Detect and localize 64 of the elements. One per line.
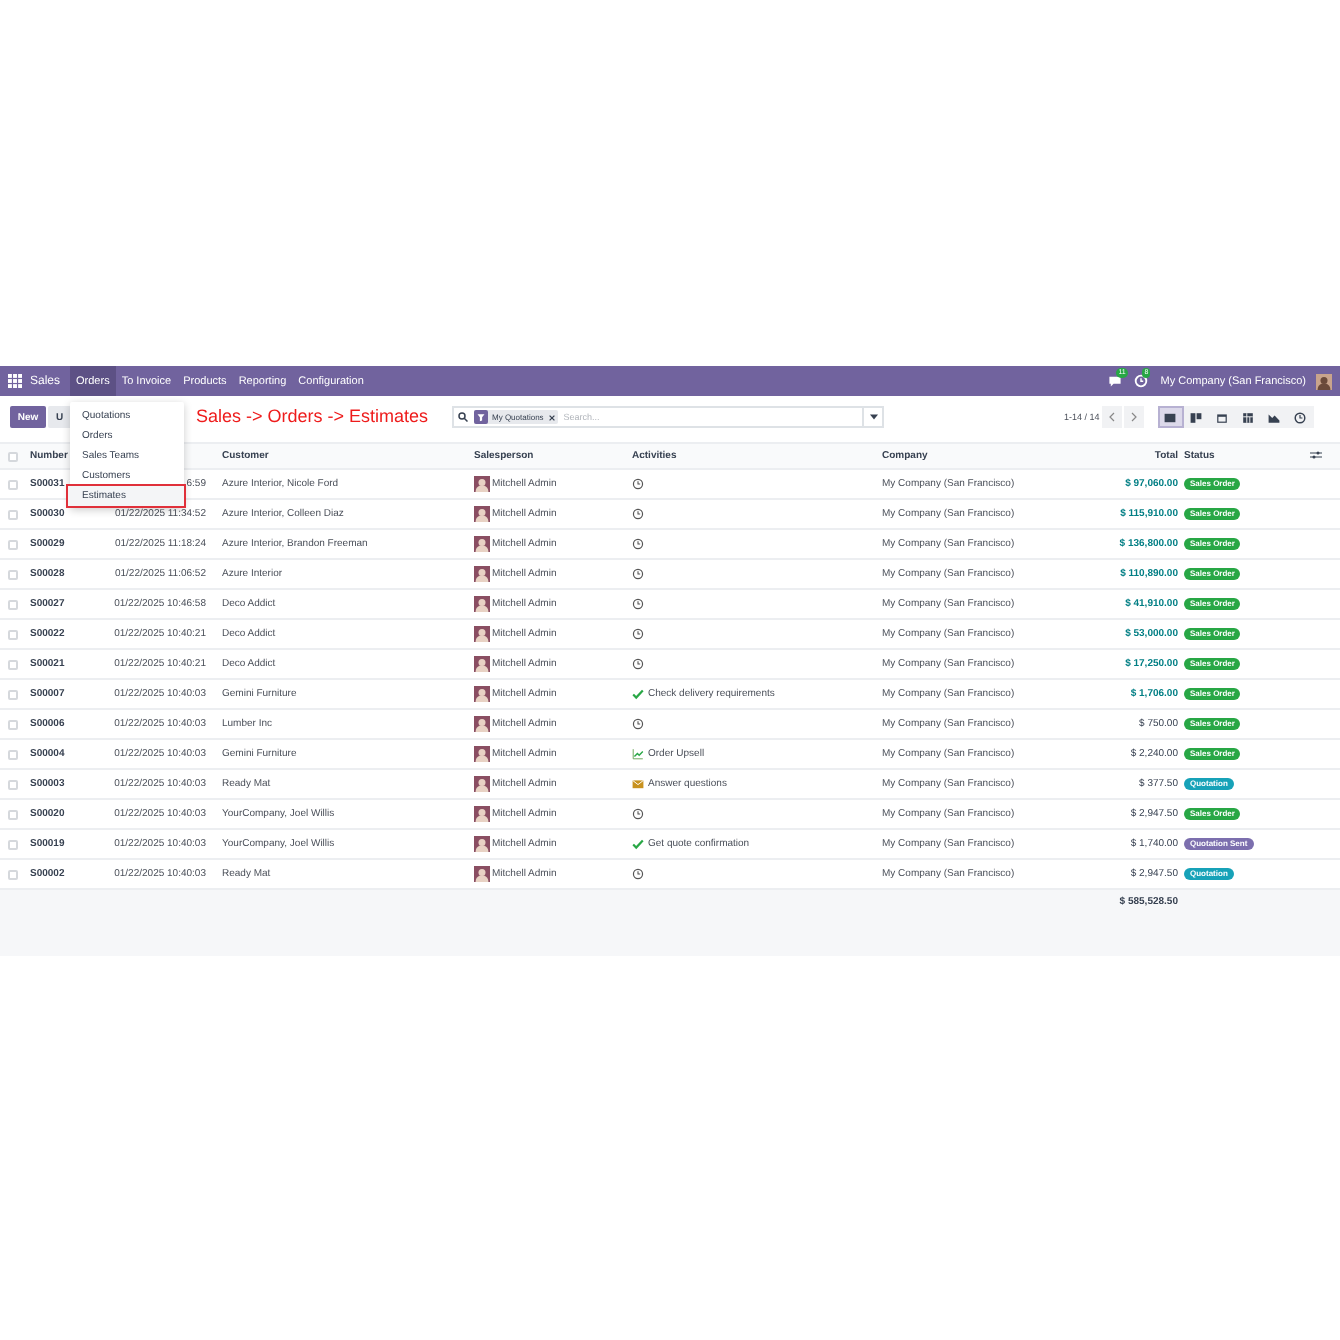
check-icon[interactable] bbox=[632, 688, 644, 700]
search-options-button[interactable] bbox=[864, 406, 884, 428]
list-icon bbox=[1164, 411, 1177, 423]
search-icon bbox=[458, 412, 468, 422]
column-options-icon[interactable] bbox=[1310, 449, 1322, 459]
row-checkbox[interactable] bbox=[8, 569, 18, 579]
clock-icon bbox=[1294, 411, 1307, 423]
user-avatar bbox=[474, 686, 490, 702]
row-checkbox[interactable] bbox=[8, 719, 18, 729]
chevron-left-icon bbox=[1107, 412, 1116, 422]
select-all-checkbox[interactable] bbox=[8, 451, 18, 461]
kanban-icon bbox=[1190, 411, 1203, 423]
user-avatar[interactable] bbox=[1316, 373, 1332, 389]
clock-icon[interactable] bbox=[632, 868, 644, 880]
clock-icon[interactable] bbox=[632, 538, 644, 550]
row-checkbox[interactable] bbox=[8, 869, 18, 879]
user-avatar bbox=[474, 716, 490, 732]
close-icon[interactable] bbox=[547, 413, 556, 421]
calendar-icon bbox=[1216, 411, 1229, 423]
row-checkbox[interactable] bbox=[8, 749, 18, 759]
user-avatar bbox=[474, 656, 490, 672]
clock-icon[interactable] bbox=[632, 508, 644, 520]
row-checkbox[interactable] bbox=[8, 509, 18, 519]
user-avatar bbox=[474, 626, 490, 642]
check-icon[interactable] bbox=[632, 838, 644, 850]
row-checkbox[interactable] bbox=[8, 779, 18, 789]
area-chart-icon bbox=[1268, 411, 1281, 423]
row-checkbox[interactable] bbox=[8, 629, 18, 639]
user-avatar bbox=[474, 776, 490, 792]
row-checkbox[interactable] bbox=[8, 479, 18, 489]
clock-icon[interactable] bbox=[632, 478, 644, 490]
user-avatar bbox=[474, 596, 490, 612]
row-checkbox[interactable] bbox=[8, 809, 18, 819]
clock-icon[interactable] bbox=[632, 718, 644, 730]
funnel-icon bbox=[474, 410, 488, 424]
clock-icon[interactable] bbox=[632, 598, 644, 610]
clock-icon[interactable] bbox=[632, 808, 644, 820]
row-checkbox[interactable] bbox=[8, 599, 18, 609]
user-avatar bbox=[474, 566, 490, 582]
user-avatar bbox=[474, 536, 490, 552]
user-avatar bbox=[474, 866, 490, 882]
chat-icon[interactable] bbox=[1108, 374, 1123, 388]
clock-icon[interactable] bbox=[632, 628, 644, 640]
row-checkbox[interactable] bbox=[8, 659, 18, 669]
clock-icon[interactable] bbox=[632, 568, 644, 580]
row-checkbox[interactable] bbox=[8, 689, 18, 699]
view-switch-button[interactable] bbox=[1157, 406, 1184, 428]
annotation-text: Sales -> Orders -> Estimates bbox=[196, 406, 429, 426]
row-checkbox[interactable] bbox=[8, 839, 18, 849]
row-checkbox[interactable] bbox=[8, 539, 18, 549]
clock-icon[interactable] bbox=[632, 658, 644, 670]
pivot-table-icon bbox=[1242, 411, 1255, 423]
user-avatar bbox=[474, 506, 490, 522]
user-avatar bbox=[474, 836, 490, 852]
user-avatar bbox=[474, 746, 490, 762]
apps-grid-icon[interactable] bbox=[8, 374, 22, 388]
view-switch-button[interactable] bbox=[1183, 406, 1210, 428]
chevron-right-icon bbox=[1129, 412, 1138, 422]
caret-icon bbox=[869, 414, 877, 420]
view-switch-button[interactable] bbox=[1287, 406, 1314, 428]
user-avatar bbox=[474, 476, 490, 492]
user-avatar bbox=[474, 806, 490, 822]
line-chart-icon[interactable] bbox=[632, 748, 644, 760]
envelope-icon[interactable] bbox=[632, 778, 644, 790]
